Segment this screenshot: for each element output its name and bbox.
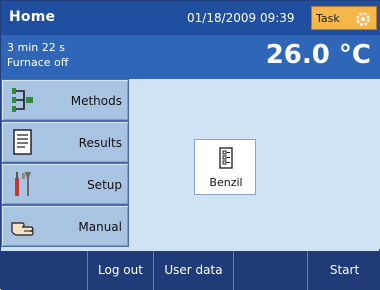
task-button[interactable]: Task <box>311 6 377 30</box>
results-icon <box>10 128 36 156</box>
start-button[interactable]: Start <box>307 251 380 290</box>
status-bar: 3 min 22 s Furnace off 26.0 °C <box>1 35 380 79</box>
hand-icon <box>10 212 36 240</box>
main-content: Benzil <box>131 79 380 249</box>
page-title: Home <box>9 9 56 25</box>
shortcut-label: Benzil <box>209 176 243 189</box>
date-time: 01/18/2009 09:39 <box>187 11 295 25</box>
gear-icon <box>354 10 372 28</box>
menu-label-manual: Manual <box>78 220 122 234</box>
menu-item-methods[interactable]: Methods <box>1 79 129 121</box>
menu-label-results: Results <box>78 136 122 150</box>
menu-item-results[interactable]: Results <box>1 121 129 163</box>
furnace-status: Furnace off <box>7 56 69 69</box>
logout-label: Log out <box>98 263 143 277</box>
menu-item-setup[interactable]: Setup <box>1 163 129 205</box>
instrument-screen: Home 01/18/2009 09:39 Task 3 min 22 s Fu… <box>0 0 380 290</box>
user-data-button[interactable]: User data <box>153 251 233 290</box>
top-header: Home 01/18/2009 09:39 Task <box>1 1 380 35</box>
menu-label-setup: Setup <box>87 178 122 192</box>
time-remaining: 3 min 22 s <box>7 41 65 54</box>
bottom-bar: Log out User data Start <box>1 251 380 290</box>
tools-icon <box>10 170 36 198</box>
method-document-icon <box>217 147 235 169</box>
task-label: Task <box>316 12 340 25</box>
temperature-readout: 26.0 °C <box>265 40 371 70</box>
menu-label-methods: Methods <box>70 94 122 108</box>
method-shortcut-benzil[interactable]: Benzil <box>194 139 256 195</box>
methods-icon <box>10 86 36 114</box>
user-data-label: User data <box>164 263 223 277</box>
menu-item-manual[interactable]: Manual <box>1 205 129 247</box>
start-label: Start <box>329 263 360 277</box>
empty-softkey <box>233 251 307 290</box>
logout-button[interactable]: Log out <box>87 251 153 290</box>
side-menu: Methods Results Setup Manual <box>1 79 131 249</box>
